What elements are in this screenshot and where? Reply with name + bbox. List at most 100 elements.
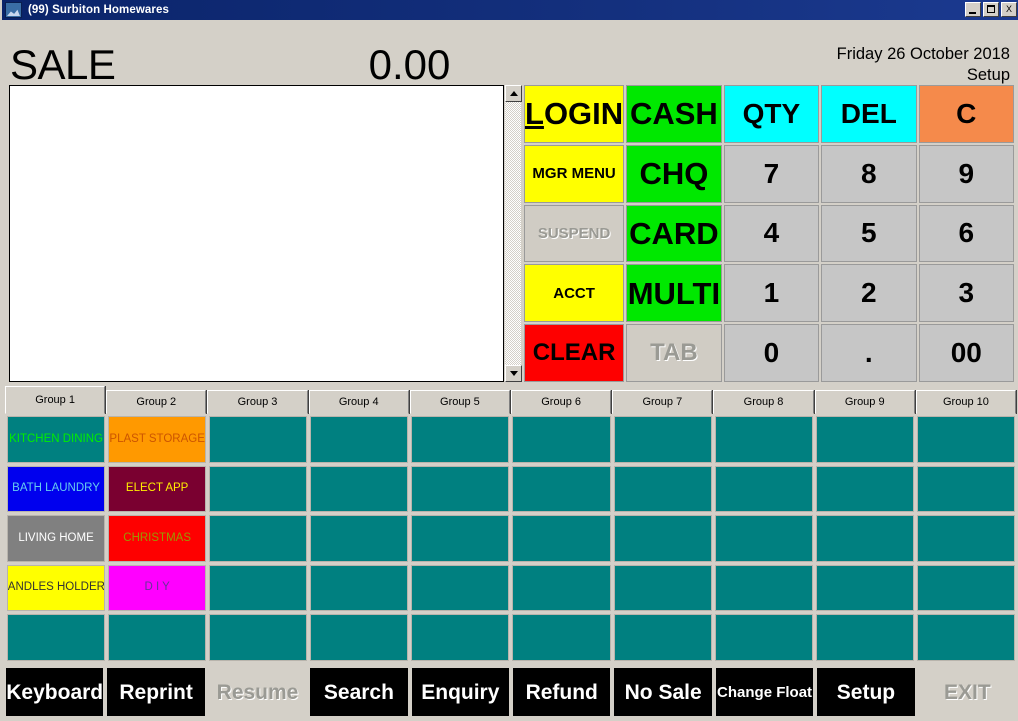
keypad-key-3[interactable]: 3: [918, 264, 1014, 323]
product-button-kitchen-dining[interactable]: KITCHEN DINING: [7, 416, 106, 463]
product-button-empty[interactable]: [613, 564, 712, 612]
keypad-key-acct[interactable]: ACCT: [524, 264, 625, 323]
keypad-key-8[interactable]: 8: [821, 144, 917, 203]
keypad-key-9[interactable]: 9: [918, 144, 1014, 203]
scroll-up-icon[interactable]: [505, 85, 522, 102]
product-button-candles-holders[interactable]: CANDLES HOLDERS: [7, 564, 106, 612]
product-button-empty[interactable]: [7, 614, 106, 661]
keypad-key-multi[interactable]: MULTI: [626, 264, 722, 323]
product-button-empty[interactable]: [512, 515, 611, 562]
product-button-plast-storage[interactable]: PLAST STORAGE: [108, 416, 207, 463]
product-button-christmas[interactable]: CHRISTMAS: [108, 515, 207, 562]
toolbar-button-setup[interactable]: Setup: [816, 667, 916, 717]
keypad-key-c[interactable]: C: [918, 85, 1014, 143]
product-button-empty[interactable]: [714, 515, 813, 562]
product-button-empty[interactable]: [613, 614, 712, 661]
product-button-empty[interactable]: [714, 564, 813, 612]
group-tab-9[interactable]: Group 9: [814, 390, 915, 414]
keypad-key-mgr-menu[interactable]: MGR MENU: [524, 144, 625, 203]
group-tab-3[interactable]: Group 3: [207, 390, 308, 414]
group-tab-8[interactable]: Group 8: [713, 390, 814, 414]
toolbar-button-change-float[interactable]: Change Float: [714, 667, 815, 717]
group-tab-1[interactable]: Group 1: [5, 386, 106, 414]
keypad-key-0[interactable]: 0: [723, 324, 820, 382]
maximize-icon[interactable]: [983, 2, 999, 17]
keypad-panel: L OGIN CASH QTY DEL C MGR MENU CHQ 7 8 9 SUSPEND CAR…: [524, 85, 1014, 382]
keypad-key-00[interactable]: 00: [918, 324, 1014, 382]
product-button-empty[interactable]: [411, 515, 510, 562]
close-icon[interactable]: X: [1001, 2, 1017, 17]
product-button-empty[interactable]: [714, 465, 813, 513]
keypad-key-login[interactable]: L OGIN: [524, 85, 625, 143]
product-button-empty[interactable]: [310, 416, 409, 463]
product-button-empty[interactable]: [310, 614, 409, 661]
product-button-empty[interactable]: [613, 416, 712, 463]
keypad-key-7[interactable]: 7: [723, 144, 820, 203]
group-tab-2[interactable]: Group 2: [106, 390, 207, 414]
product-button-empty[interactable]: [815, 614, 914, 661]
keypad-key-del[interactable]: DEL: [821, 85, 917, 143]
scroll-down-icon[interactable]: [505, 365, 522, 382]
product-button-empty[interactable]: [209, 416, 308, 463]
product-button-empty[interactable]: [411, 564, 510, 612]
product-button-empty[interactable]: [714, 614, 813, 661]
product-button-empty[interactable]: [310, 465, 409, 513]
product-button-empty[interactable]: [310, 515, 409, 562]
product-button-empty[interactable]: [613, 465, 712, 513]
product-button-empty[interactable]: [916, 564, 1015, 612]
product-button-empty[interactable]: [512, 465, 611, 513]
product-button-empty[interactable]: [916, 416, 1015, 463]
toolbar-button-no-sale[interactable]: No Sale: [613, 667, 713, 717]
toolbar-button-search[interactable]: Search: [309, 667, 409, 717]
keypad-key-cash[interactable]: CASH: [626, 85, 722, 143]
setup-link[interactable]: Setup: [837, 65, 1010, 86]
keypad-key-qty[interactable]: QTY: [723, 85, 820, 143]
product-button-living-home[interactable]: LIVING HOME: [7, 515, 106, 562]
product-button-empty[interactable]: [916, 465, 1015, 513]
product-button-empty[interactable]: [411, 465, 510, 513]
product-button-empty[interactable]: [209, 465, 308, 513]
product-button-empty[interactable]: [815, 416, 914, 463]
basket-scrollbar[interactable]: [504, 85, 522, 382]
keypad-key-card[interactable]: CARD: [626, 204, 722, 263]
product-button-empty[interactable]: [209, 515, 308, 562]
minimize-icon[interactable]: [965, 2, 981, 17]
product-button-d-i-y[interactable]: D I Y: [108, 564, 207, 612]
keypad-key-1[interactable]: 1: [723, 264, 820, 323]
keypad-key-chq[interactable]: CHQ: [626, 144, 722, 203]
product-button-empty[interactable]: [815, 465, 914, 513]
group-tab-5[interactable]: Group 5: [409, 390, 511, 414]
keypad-key-4[interactable]: 4: [723, 204, 820, 263]
keypad-key-6[interactable]: 6: [918, 204, 1014, 263]
product-button-empty[interactable]: [815, 515, 914, 562]
product-button-empty[interactable]: [310, 564, 409, 612]
product-button-empty[interactable]: [512, 416, 611, 463]
product-button-empty[interactable]: [916, 614, 1015, 661]
group-tab-6[interactable]: Group 6: [511, 390, 612, 414]
toolbar-button-refund[interactable]: Refund: [512, 667, 612, 717]
product-button-empty[interactable]: [108, 614, 207, 661]
product-button-empty[interactable]: [512, 564, 611, 612]
keypad-key-[interactable]: .: [821, 324, 917, 382]
product-button-empty[interactable]: [411, 416, 510, 463]
toolbar-button-keyboard[interactable]: Keyboard: [5, 667, 105, 717]
basket-list[interactable]: [9, 85, 504, 382]
product-button-bath-laundry[interactable]: BATH LAUNDRY: [7, 465, 106, 513]
keypad-key-5[interactable]: 5: [821, 204, 917, 263]
keypad-key-2[interactable]: 2: [821, 264, 917, 323]
group-tab-7[interactable]: Group 7: [612, 390, 713, 414]
product-button-empty[interactable]: [512, 614, 611, 661]
product-button-elect-app[interactable]: ELECT APP: [108, 465, 207, 513]
product-button-empty[interactable]: [815, 564, 914, 612]
product-button-empty[interactable]: [714, 416, 813, 463]
keypad-key-clear[interactable]: CLEAR: [524, 324, 625, 382]
product-button-empty[interactable]: [209, 564, 308, 612]
product-button-empty[interactable]: [916, 515, 1015, 562]
toolbar-button-enquiry[interactable]: Enquiry: [410, 667, 511, 717]
product-button-empty[interactable]: [209, 614, 308, 661]
product-button-empty[interactable]: [411, 614, 510, 661]
product-button-empty[interactable]: [613, 515, 712, 562]
group-tab-4[interactable]: Group 4: [308, 390, 409, 414]
group-tab-10[interactable]: Group 10: [915, 390, 1017, 414]
toolbar-button-reprint[interactable]: Reprint: [106, 667, 206, 717]
